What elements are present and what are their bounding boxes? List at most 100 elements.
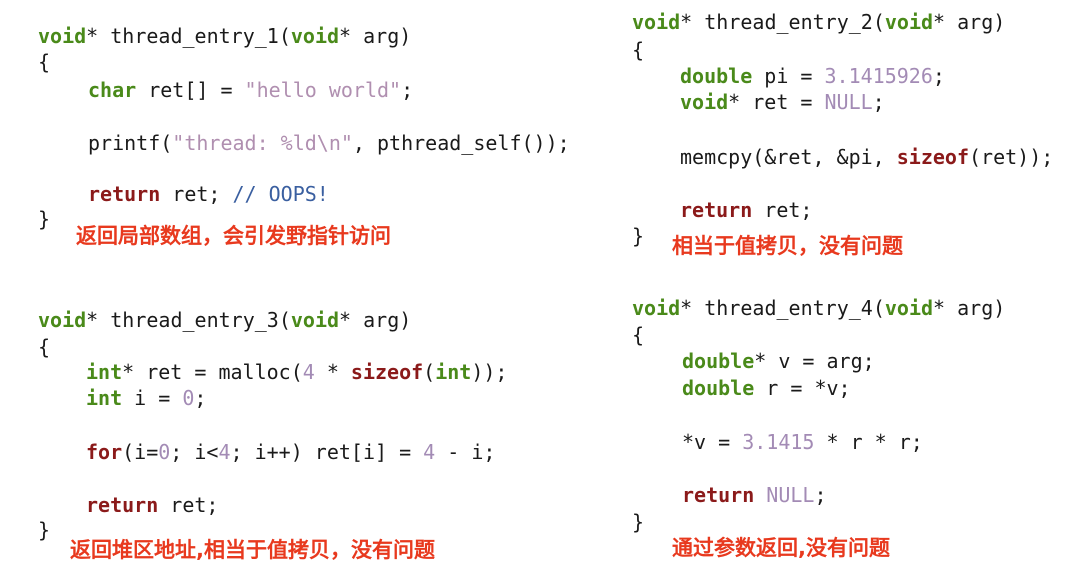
keyword: void (38, 308, 87, 332)
number-literal: 4 (218, 440, 231, 464)
code-text: ; (872, 90, 885, 114)
code-text: * v = arg; (754, 349, 875, 373)
code-line: printf("thread: %ld\n", pthread_self()); (88, 131, 570, 155)
string-literal: "hello world" (244, 78, 402, 102)
code-text: memcpy(&ret, &pi, (680, 145, 897, 169)
code-text: * thread_entry_4( (680, 296, 885, 320)
keyword: void (290, 24, 340, 48)
number-literal: 4 (423, 440, 436, 464)
code-text: * ret = malloc( (122, 360, 303, 384)
annotation-note: 通过参数返回,没有问题 (672, 536, 890, 560)
number-literal: 4 (302, 360, 315, 384)
code-text: * thread_entry_3( (86, 308, 291, 332)
signature-line: void* thread_entry_1(void* arg) (38, 24, 411, 48)
number-literal: 3.1415926 (824, 64, 933, 88)
signature-line: void* thread_entry_2(void* arg) (632, 10, 1005, 34)
keyword: double (680, 64, 753, 88)
code-text: * thread_entry_1( (86, 24, 291, 48)
annotation-note: 返回局部数组，会引发野指针访问 (76, 224, 391, 248)
number-literal: NULL (824, 90, 873, 114)
keyword: void (884, 296, 934, 320)
code-text: * (314, 360, 351, 384)
keyword: double (682, 349, 755, 373)
keyword: for (86, 440, 123, 464)
code-text: pi = (752, 64, 825, 88)
keyword: int (435, 360, 472, 384)
keyword: sizeof (896, 145, 969, 169)
code-text: ret; (158, 493, 219, 517)
keyword: int (86, 386, 123, 410)
code-line: memcpy(&ret, &pi, sizeof(ret)); (680, 145, 1053, 169)
number-literal: 0 (158, 440, 171, 464)
keyword: return (88, 182, 161, 206)
code-text: *v = (682, 430, 743, 454)
code-text: ; (194, 386, 207, 410)
keyword: int (86, 360, 123, 384)
code-text: (ret)); (969, 145, 1054, 169)
code-text: i = (122, 386, 183, 410)
code-text: ; (401, 78, 414, 102)
code-line: int* ret = malloc(4 * sizeof(int)); (86, 360, 507, 384)
keyword: return (86, 493, 159, 517)
annotation-note: 返回堆区地址,相当于值拷贝，没有问题 (70, 538, 435, 562)
code-text: ret; (752, 198, 813, 222)
close-brace: } (632, 510, 645, 534)
keyword: void (632, 10, 681, 34)
code-line: return NULL; (682, 483, 827, 507)
code-line: return ret; (680, 198, 812, 222)
close-brace: } (38, 207, 51, 231)
signature-line: void* thread_entry_3(void* arg) (38, 308, 411, 332)
number-literal: 0 (182, 386, 195, 410)
keyword: double (682, 376, 755, 400)
keyword: void (38, 24, 87, 48)
code-text: ; i< (170, 440, 219, 464)
open-brace: { (38, 50, 51, 74)
close-brace: } (632, 224, 645, 248)
code-line: char ret[] = "hello world"; (88, 78, 413, 102)
code-line: return ret; // OOPS! (88, 182, 329, 206)
code-text: )); (471, 360, 508, 384)
keyword: void (632, 296, 681, 320)
annotation-note: 相当于值拷贝，没有问题 (672, 234, 903, 258)
code-line: void* ret = NULL; (680, 90, 885, 114)
code-text: * ret = (728, 90, 825, 114)
number-literal: NULL (766, 483, 815, 507)
close-brace: } (38, 518, 51, 542)
code-text: * thread_entry_2( (680, 10, 885, 34)
code-line: double pi = 3.1415926; (680, 64, 945, 88)
keyword: void (884, 10, 934, 34)
code-text: ; i++) ret[i] = (230, 440, 424, 464)
code-text: r = *v; (754, 376, 851, 400)
open-brace: { (632, 38, 645, 62)
open-brace: { (38, 335, 51, 359)
code-text: * r * r; (814, 430, 923, 454)
code-text: ret; (160, 182, 233, 206)
keyword: sizeof (350, 360, 424, 384)
keyword: char (88, 78, 137, 102)
code-line: int i = 0; (86, 386, 206, 410)
keyword: void (680, 90, 729, 114)
keyword: return (682, 483, 755, 507)
code-line: double* v = arg; (682, 349, 875, 373)
signature-line: void* thread_entry_4(void* arg) (632, 296, 1005, 320)
code-text: * arg) (933, 10, 1006, 34)
comment: // OOPS! (232, 182, 329, 206)
code-text: printf( (88, 131, 173, 155)
code-line: *v = 3.1415 * r * r; (682, 430, 923, 454)
code-text: , pthread_self()); (352, 131, 570, 155)
number-literal: 3.1415 (742, 430, 815, 454)
code-text: * arg) (933, 296, 1006, 320)
code-line: double r = *v; (682, 376, 851, 400)
code-line: for(i=0; i<4; i++) ret[i] = 4 - i; (86, 440, 495, 464)
code-text: * arg) (339, 24, 412, 48)
code-text: * arg) (339, 308, 412, 332)
code-text: ( (423, 360, 436, 384)
code-text: ; (814, 483, 827, 507)
open-brace: { (632, 323, 645, 347)
code-text: (i= (122, 440, 159, 464)
string-literal: "thread: %ld\n" (172, 131, 353, 155)
code-text: - i; (435, 440, 496, 464)
keyword: void (290, 308, 340, 332)
code-line: return ret; (86, 493, 218, 517)
